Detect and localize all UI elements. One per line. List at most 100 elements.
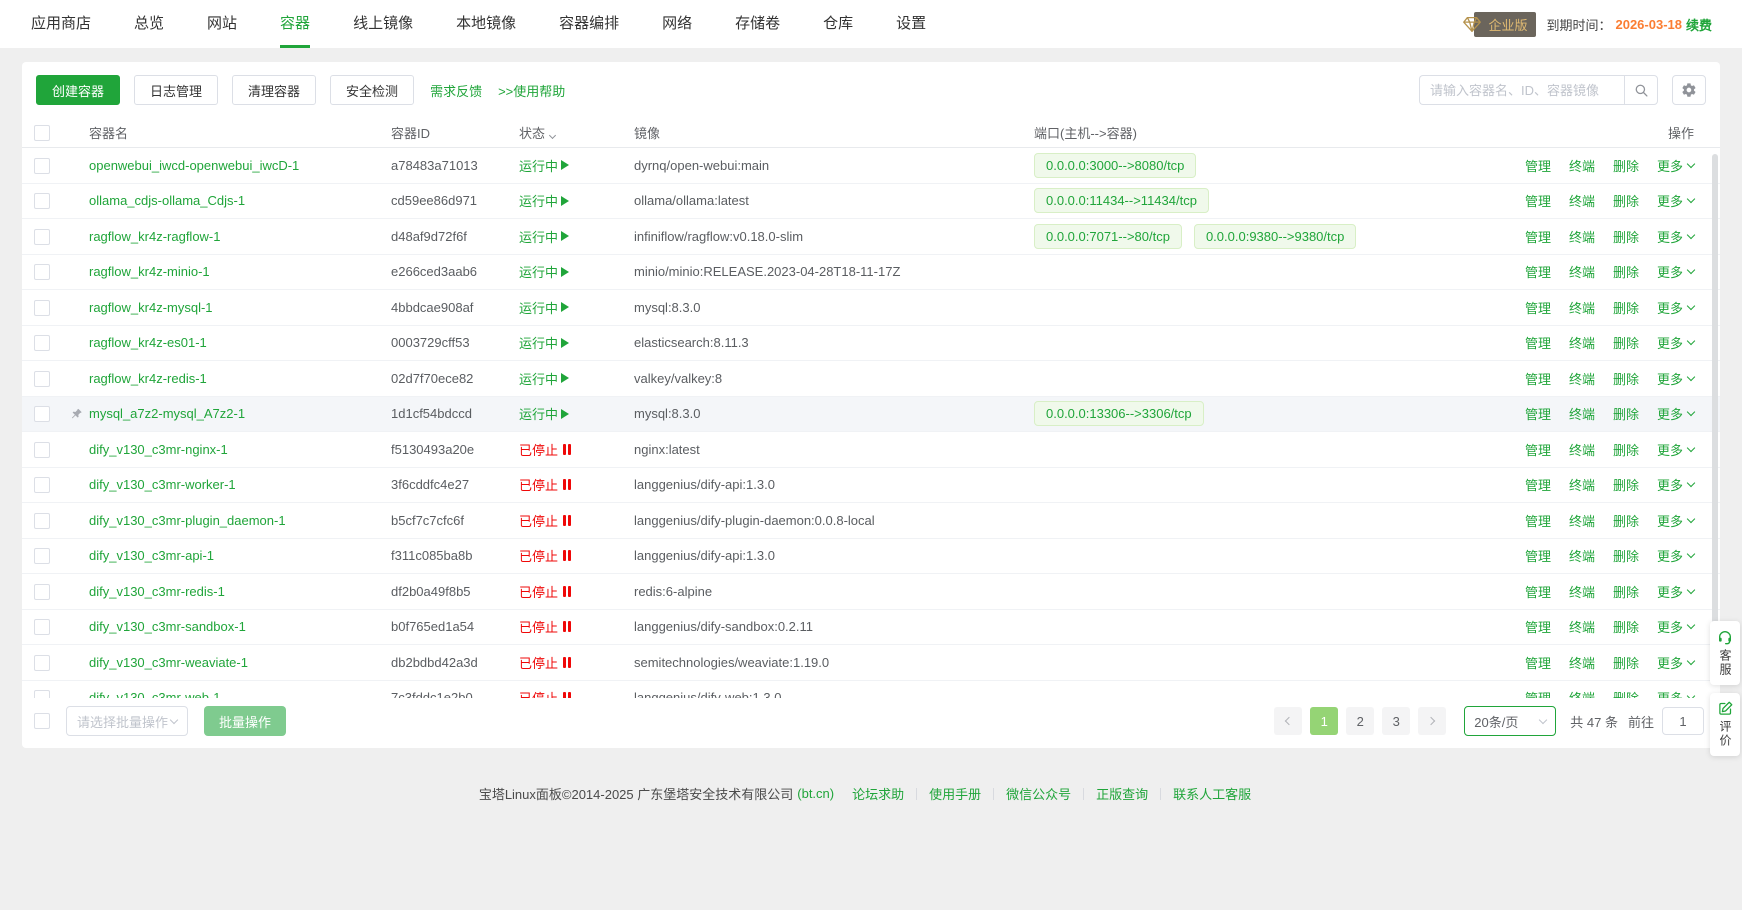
feedback-link[interactable]: 需求反馈 (430, 81, 482, 100)
delete-link[interactable]: 删除 (1613, 227, 1639, 246)
manage-link[interactable]: 管理 (1525, 511, 1551, 530)
terminal-link[interactable]: 终端 (1569, 546, 1595, 565)
status-badge[interactable]: 运行中 (519, 369, 569, 388)
more-link[interactable]: 更多 (1657, 475, 1694, 494)
manage-link[interactable]: 管理 (1525, 546, 1551, 565)
manage-link[interactable]: 管理 (1525, 475, 1551, 494)
more-link[interactable]: 更多 (1657, 617, 1694, 636)
row-checkbox[interactable] (34, 619, 50, 635)
delete-link[interactable]: 删除 (1613, 369, 1639, 388)
nav-item[interactable]: 应用商店 (31, 0, 91, 48)
delete-link[interactable]: 删除 (1613, 262, 1639, 281)
status-badge[interactable]: 已停止 (519, 546, 574, 565)
table-scrollbar[interactable] (1712, 154, 1718, 670)
delete-link[interactable]: 删除 (1613, 404, 1639, 423)
batch-action-select[interactable]: 请选择批量操作 (66, 706, 188, 736)
manage-link[interactable]: 管理 (1525, 688, 1551, 698)
status-badge[interactable]: 已停止 (519, 475, 574, 494)
settings-button[interactable] (1672, 75, 1706, 105)
goto-page-input[interactable] (1662, 707, 1704, 735)
help-link[interactable]: >>使用帮助 (498, 81, 565, 100)
page-button[interactable]: 1 (1310, 707, 1338, 735)
manage-link[interactable]: 管理 (1525, 298, 1551, 317)
manage-link[interactable]: 管理 (1525, 333, 1551, 352)
manage-link[interactable]: 管理 (1525, 617, 1551, 636)
container-name-link[interactable]: ollama_cdjs-ollama_Cdjs-1 (89, 193, 245, 208)
delete-link[interactable]: 删除 (1613, 298, 1639, 317)
nav-item[interactable]: 网站 (207, 0, 237, 48)
row-checkbox[interactable] (34, 264, 50, 280)
delete-link[interactable]: 删除 (1613, 688, 1639, 698)
security-check-button[interactable]: 安全检测 (330, 75, 414, 105)
row-checkbox[interactable] (34, 406, 50, 422)
terminal-link[interactable]: 终端 (1569, 511, 1595, 530)
row-checkbox[interactable] (34, 584, 50, 600)
row-checkbox[interactable] (34, 158, 50, 174)
manage-link[interactable]: 管理 (1525, 582, 1551, 601)
container-name-link[interactable]: dify_v130_c3mr-api-1 (89, 548, 214, 563)
footer-link[interactable]: 使用手册 (929, 784, 981, 803)
row-checkbox[interactable] (34, 371, 50, 387)
terminal-link[interactable]: 终端 (1569, 653, 1595, 672)
status-badge[interactable]: 已停止 (519, 617, 574, 636)
nav-item[interactable]: 总览 (134, 0, 164, 48)
nav-item[interactable]: 容器编排 (559, 0, 619, 48)
terminal-link[interactable]: 终端 (1569, 617, 1595, 636)
container-name-link[interactable]: ragflow_kr4z-ragflow-1 (89, 229, 221, 244)
row-checkbox[interactable] (34, 442, 50, 458)
customer-service-widget[interactable]: 客服 (1710, 621, 1740, 685)
batch-select-all-checkbox[interactable] (34, 713, 50, 729)
prev-page-button[interactable] (1274, 707, 1302, 735)
delete-link[interactable]: 删除 (1613, 511, 1639, 530)
row-checkbox[interactable] (34, 193, 50, 209)
log-manage-button[interactable]: 日志管理 (134, 75, 218, 105)
container-name-link[interactable]: dify_v130_c3mr-redis-1 (89, 584, 225, 599)
container-name-link[interactable]: ragflow_kr4z-minio-1 (89, 264, 210, 279)
more-link[interactable]: 更多 (1657, 440, 1694, 459)
footer-link[interactable]: 联系人工客服 (1173, 784, 1251, 803)
next-page-button[interactable] (1418, 707, 1446, 735)
clean-container-button[interactable]: 清理容器 (232, 75, 316, 105)
manage-link[interactable]: 管理 (1525, 653, 1551, 672)
manage-link[interactable]: 管理 (1525, 440, 1551, 459)
status-badge[interactable]: 运行中 (519, 227, 569, 246)
nav-item[interactable]: 线上镜像 (353, 0, 413, 48)
terminal-link[interactable]: 终端 (1569, 156, 1595, 175)
terminal-link[interactable]: 终端 (1569, 475, 1595, 494)
nav-item[interactable]: 本地镜像 (456, 0, 516, 48)
row-checkbox[interactable] (34, 477, 50, 493)
status-badge[interactable]: 运行中 (519, 156, 569, 175)
more-link[interactable]: 更多 (1657, 511, 1694, 530)
terminal-link[interactable]: 终端 (1569, 333, 1595, 352)
terminal-link[interactable]: 终端 (1569, 191, 1595, 210)
more-link[interactable]: 更多 (1657, 227, 1694, 246)
header-status[interactable]: 状态 (519, 123, 634, 142)
nav-item[interactable]: 存储卷 (735, 0, 780, 48)
bt-site-link[interactable]: (bt.cn) (797, 786, 834, 801)
delete-link[interactable]: 删除 (1613, 191, 1639, 210)
create-container-button[interactable]: 创建容器 (36, 75, 120, 105)
delete-link[interactable]: 删除 (1613, 582, 1639, 601)
manage-link[interactable]: 管理 (1525, 227, 1551, 246)
batch-apply-button[interactable]: 批量操作 (204, 706, 286, 736)
more-link[interactable]: 更多 (1657, 546, 1694, 565)
manage-link[interactable]: 管理 (1525, 404, 1551, 423)
page-size-select[interactable]: 20条/页 (1464, 706, 1556, 736)
terminal-link[interactable]: 终端 (1569, 404, 1595, 423)
more-link[interactable]: 更多 (1657, 333, 1694, 352)
terminal-link[interactable]: 终端 (1569, 227, 1595, 246)
footer-link[interactable]: 微信公众号 (1006, 784, 1071, 803)
container-name-link[interactable]: ragflow_kr4z-redis-1 (89, 371, 207, 386)
page-button[interactable]: 2 (1346, 707, 1374, 735)
row-checkbox[interactable] (34, 335, 50, 351)
search-input[interactable] (1419, 75, 1624, 105)
more-link[interactable]: 更多 (1657, 191, 1694, 210)
status-badge[interactable]: 已停止 (519, 653, 574, 672)
more-link[interactable]: 更多 (1657, 582, 1694, 601)
container-name-link[interactable]: dify_v130_c3mr-weaviate-1 (89, 655, 248, 670)
terminal-link[interactable]: 终端 (1569, 688, 1595, 698)
more-link[interactable]: 更多 (1657, 369, 1694, 388)
nav-item[interactable]: 仓库 (823, 0, 853, 48)
status-badge[interactable]: 已停止 (519, 688, 574, 698)
container-name-link[interactable]: dify_v130_c3mr-worker-1 (89, 477, 236, 492)
